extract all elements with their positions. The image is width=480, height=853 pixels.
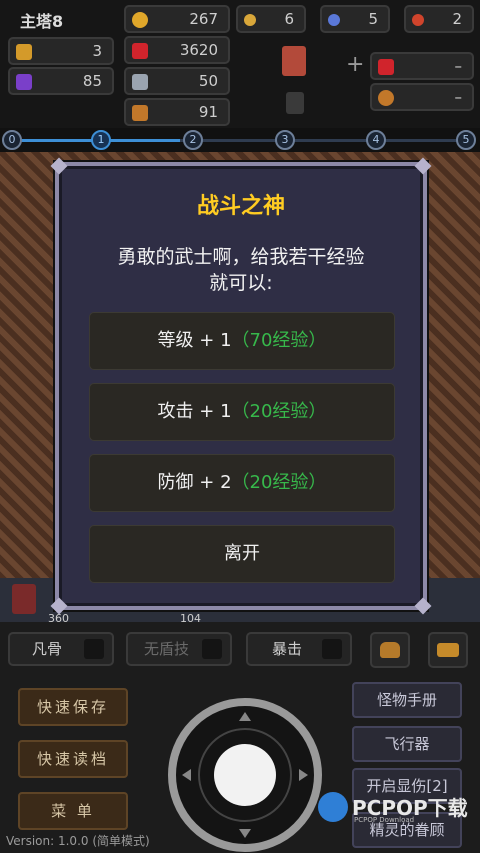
chest-shape [437, 643, 459, 657]
down-arrow-icon [239, 829, 251, 838]
left-arrow-icon [182, 769, 191, 781]
shield-icon [132, 105, 148, 121]
gem-stat: 85 [8, 67, 114, 95]
skill-bao-ji[interactable]: 暴击 [246, 632, 352, 666]
option-leave[interactable]: 离开 [89, 525, 395, 583]
hp-stat: 3620 [124, 36, 230, 64]
red-key-value: 2 [452, 10, 462, 28]
dialog-message-line1: 勇敢的武士啊，给我若干经验 [117, 246, 365, 268]
blue-key-icon [328, 14, 340, 26]
sword-icon [132, 74, 148, 90]
skill-fan-gu[interactable]: 凡骨 [8, 632, 114, 666]
defense-stat: 91 [124, 98, 230, 126]
joystick-knob[interactable] [214, 744, 276, 806]
option-defense-up[interactable]: 防御 + 2（20经验） [89, 454, 395, 512]
red-gem-item [12, 584, 36, 614]
skill-wu-dun-ji[interactable]: 无盾技 [126, 632, 232, 666]
version-label: Version: 1.0.0 (简单模式) [6, 834, 150, 848]
heart-icon [378, 59, 394, 75]
progress-node-2[interactable]: 2 [183, 130, 203, 150]
right-arrow-icon [299, 769, 308, 781]
joystick[interactable] [168, 698, 322, 852]
gem-value: 85 [82, 72, 102, 90]
progress-node-1[interactable]: 1 [91, 130, 111, 150]
monster-book-button[interactable]: 怪物手册 [352, 682, 462, 718]
bonus-hp-value: – [454, 57, 463, 75]
option-level-up[interactable]: 等级 + 1（70经验） [89, 312, 395, 370]
dialog-message: 勇敢的武士啊，给我若干经验 就可以: [79, 244, 403, 296]
crown-icon [16, 44, 32, 60]
option-label: 离开 [224, 543, 260, 564]
hero-sprite [282, 46, 306, 76]
status-hud: 主塔8 3 85 267 3620 50 91 6 5 2 + – – [0, 0, 480, 128]
floor-title: 主塔8 [20, 12, 64, 31]
progress-node-5[interactable]: 5 [456, 130, 476, 150]
yellow-key-stat: 6 [236, 5, 306, 33]
blue-key-value: 5 [368, 10, 378, 28]
progress-node-3[interactable]: 3 [275, 130, 295, 150]
hp-value: 3620 [179, 41, 218, 59]
yellow-key-icon [244, 14, 256, 26]
quick-load-button[interactable]: 快速读档 [18, 740, 128, 778]
attack-stat: 50 [124, 67, 230, 95]
red-key-icon [412, 14, 424, 26]
plus-sign: + [346, 52, 365, 77]
bag-icon[interactable] [370, 632, 410, 668]
skill-label: 无盾技 [144, 640, 190, 658]
up-arrow-icon [239, 712, 251, 721]
option-attack-up[interactable]: 攻击 + 1（20经验） [89, 383, 395, 441]
floor-progress: 0 1 2 3 4 5 [0, 128, 480, 152]
bag-shape [380, 642, 400, 658]
menu-button[interactable]: 菜 单 [18, 792, 128, 830]
bonus-hp-stat: – [370, 52, 474, 80]
level-stat: 3 [8, 37, 114, 65]
dialog-message-line2: 就可以: [209, 272, 273, 294]
skill-toggle [322, 639, 342, 659]
equipment-slot-icon [286, 92, 304, 114]
red-key-stat: 2 [404, 5, 474, 33]
fly-button[interactable]: 飞行器 [352, 726, 462, 762]
blue-key-stat: 5 [320, 5, 390, 33]
skill-label: 凡骨 [32, 640, 63, 658]
dialog-title: 战斗之神 [196, 194, 285, 219]
option-label: 等级 + 1 [157, 330, 232, 351]
progress-node-4[interactable]: 4 [366, 130, 386, 150]
yellow-key-value: 6 [284, 10, 294, 28]
option-cost: （20经验） [231, 472, 327, 493]
option-cost: （70经验） [231, 330, 327, 351]
bonus-def-value: – [454, 88, 463, 106]
bonus-def-stat: – [370, 83, 474, 111]
progress-node-0[interactable]: 0 [2, 130, 22, 150]
heart-icon [132, 43, 148, 59]
attack-value: 50 [198, 72, 218, 90]
shield-icon [378, 90, 394, 106]
watermark-logo-icon [318, 792, 348, 822]
option-label: 防御 + 2 [157, 472, 232, 493]
gold-stat: 267 [124, 5, 230, 33]
watermark-sub: PCPOP Download [354, 816, 415, 824]
coin-icon [132, 12, 148, 28]
gem-icon [16, 74, 32, 90]
skill-label: 暴击 [272, 640, 303, 658]
skill-toggle [202, 639, 222, 659]
gold-value: 267 [189, 10, 218, 28]
chest-icon[interactable] [428, 632, 468, 668]
quick-save-button[interactable]: 快速保存 [18, 688, 128, 726]
pcpop-watermark: PCPOP下载 PCPOP Download [318, 790, 478, 830]
option-cost: （20经验） [231, 401, 327, 422]
skill-toggle [84, 639, 104, 659]
defense-value: 91 [198, 103, 218, 121]
god-of-war-dialog: 战斗之神 勇敢的武士啊，给我若干经验 就可以: 等级 + 1（70经验） 攻击 … [50, 157, 432, 615]
option-label: 攻击 + 1 [157, 401, 232, 422]
level-value: 3 [92, 42, 102, 60]
